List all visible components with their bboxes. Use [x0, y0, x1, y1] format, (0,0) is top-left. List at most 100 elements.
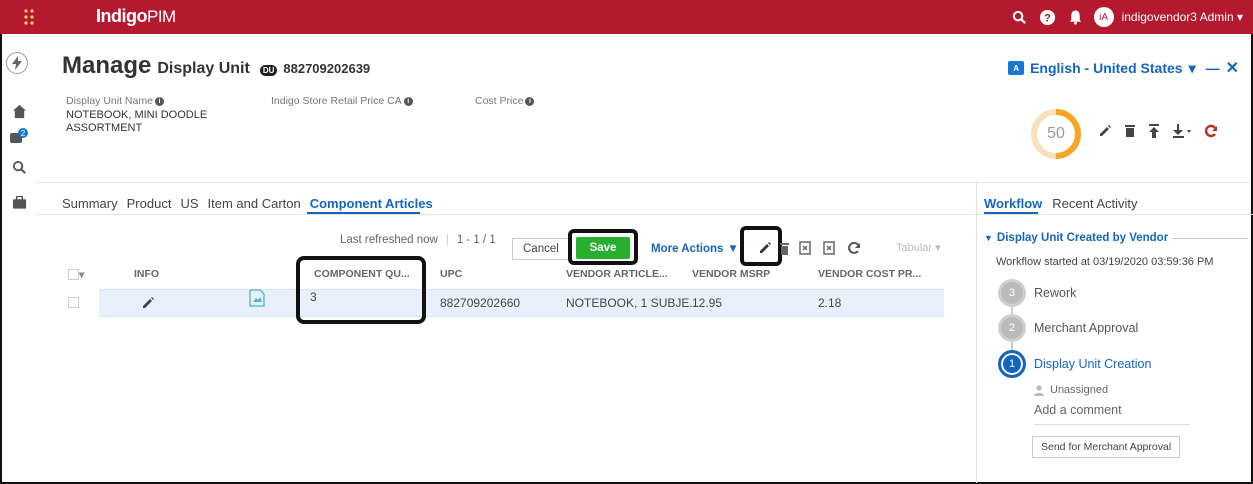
edit-icon[interactable] [1098, 124, 1112, 141]
main-tabs: Summary Product US Item and Carton Compo… [62, 196, 433, 211]
entity-actions [1098, 124, 1218, 141]
assignee[interactable]: Unassigned [1034, 384, 1108, 396]
delete-icon[interactable] [1124, 124, 1136, 141]
save-button[interactable]: Save [576, 237, 630, 259]
tab-recent-activity[interactable]: Recent Activity [1052, 196, 1137, 211]
avatar[interactable]: iA [1093, 7, 1114, 27]
select-menu-icon[interactable]: ▾ [79, 269, 84, 281]
user-name: indigovendor3 Admin [1121, 10, 1234, 24]
left-rail: 2 [2, 34, 36, 482]
briefcase-icon[interactable] [8, 192, 30, 214]
refresh-icon[interactable] [1204, 124, 1218, 141]
entity-type-badge: DU [259, 65, 278, 76]
help-icon[interactable]: ? [1038, 7, 1058, 27]
export-icon[interactable] [799, 241, 813, 258]
column-header[interactable]: VENDOR MSRP [692, 268, 770, 280]
chevron-down-icon: ▾ [1188, 59, 1196, 76]
svg-text:?: ? [1044, 12, 1051, 24]
step-badge-active: 1 [998, 350, 1026, 378]
translate-icon: A [1008, 61, 1025, 75]
download-icon[interactable] [1172, 124, 1192, 141]
import-icon[interactable] [823, 241, 837, 258]
more-actions-label: More Actions [651, 243, 724, 255]
close-icon[interactable]: ✕ [1226, 58, 1239, 78]
top-bar: IndigoPIM ? iA indigovendor3 Admin ▾ [0, 0, 1253, 34]
collapse-icon: ▼ [984, 233, 993, 243]
more-actions-button[interactable]: More Actions ▼ [645, 238, 745, 260]
edit-grid-icon[interactable] [758, 241, 772, 258]
field-cost-price: Cost Price i [475, 95, 535, 109]
upc-cell[interactable]: 882709202660 [440, 296, 520, 310]
app-grid-icon[interactable] [22, 8, 36, 26]
step-label-active[interactable]: Display Unit Creation [1034, 357, 1151, 371]
column-header[interactable]: VENDOR COST PR... [818, 268, 921, 280]
field-label: Indigo Store Retail Price CA [271, 95, 402, 107]
tasks-icon[interactable]: 2 [8, 126, 30, 148]
comment-input[interactable]: Add a comment [1034, 403, 1190, 425]
tab-workflow[interactable]: Workflow [984, 196, 1042, 211]
column-header[interactable]: UPC [440, 268, 462, 280]
entity-code: 882709202639 [283, 61, 371, 76]
row-checkbox[interactable] [68, 297, 79, 308]
vendor-cost-cell[interactable]: 2.18 [818, 296, 841, 310]
delete-row-icon[interactable] [780, 242, 789, 258]
field-retail-price: Indigo Store Retail Price CA i [271, 95, 413, 109]
grid-toolbar: Last refreshed now | 1 - 1 / 1 [340, 234, 496, 246]
bolt-icon[interactable] [6, 52, 28, 74]
minimize-icon[interactable]: — [1206, 60, 1220, 76]
workflow-started: Workflow started at 03/19/2020 03:59:36 … [996, 256, 1214, 268]
panel-divider [976, 183, 977, 483]
language-label: English - United States [1030, 60, 1183, 76]
image-icon[interactable] [249, 289, 265, 310]
step-badge: 2 [998, 314, 1026, 342]
score-value: 50 [1047, 125, 1065, 142]
cancel-button[interactable]: Cancel [512, 238, 570, 260]
brand-suffix: PIM [146, 7, 176, 26]
vendor-article-cell[interactable]: NOTEBOOK, 1 SUBJE... [566, 296, 699, 310]
page-title-entity: Display Unit [157, 60, 250, 77]
brand-logo[interactable]: IndigoPIM [96, 6, 176, 27]
send-for-approval-button[interactable]: Send for Merchant Approval [1032, 436, 1181, 458]
view-selector[interactable]: Tabular ▾ [896, 241, 941, 254]
separator: | [445, 234, 449, 246]
workflow-title: Display Unit Created by Vendor [996, 232, 1169, 244]
step-label[interactable]: Merchant Approval [1034, 321, 1138, 335]
search-nav-icon[interactable] [8, 156, 30, 178]
assignee-label: Unassigned [1050, 384, 1109, 396]
bell-icon[interactable] [1066, 7, 1086, 27]
step-badge: 3 [998, 279, 1026, 307]
step-label[interactable]: Rework [1034, 286, 1076, 300]
field-display-unit-name: Display Unit Name i NOTEBOOK, MINI DOODLE… [66, 95, 216, 135]
brand-name: Indigo [96, 6, 147, 26]
tab-item-and-carton[interactable]: Item and Carton [208, 196, 301, 211]
view-label: Tabular [896, 242, 933, 254]
tab-us[interactable]: US [180, 196, 198, 211]
user-menu[interactable]: indigovendor3 Admin ▾ [1122, 10, 1243, 24]
info-icon[interactable]: i [154, 97, 164, 106]
column-header[interactable]: INFO [134, 268, 159, 280]
vendor-msrp-cell[interactable]: 12.95 [692, 296, 722, 310]
search-icon[interactable] [1010, 7, 1030, 27]
tabs-divider [977, 214, 1253, 215]
select-all-checkbox[interactable] [68, 269, 79, 280]
row-edit-icon[interactable] [141, 296, 155, 313]
info-icon[interactable]: i [525, 97, 535, 106]
workflow-header-rule [1172, 238, 1248, 239]
column-header[interactable]: VENDOR ARTICLE... [566, 268, 668, 280]
component-qty-highlight [296, 256, 426, 324]
info-icon[interactable]: i [403, 97, 413, 106]
header-divider [36, 182, 1250, 183]
pagination-range: 1 - 1 / 1 [456, 234, 496, 246]
workflow-header[interactable]: ▼ Display Unit Created by Vendor [984, 232, 1168, 244]
completeness-score[interactable]: 50 [1030, 108, 1082, 160]
home-icon[interactable] [8, 100, 30, 122]
tab-summary[interactable]: Summary [62, 196, 118, 211]
language-selector[interactable]: A English - United States ▾ — ✕ [1008, 58, 1239, 78]
page-title-manage: Manage [62, 52, 152, 79]
tab-component-articles[interactable]: Component Articles [310, 196, 433, 211]
tab-product[interactable]: Product [127, 196, 172, 211]
field-label: Cost Price [475, 95, 524, 107]
reload-icon[interactable] [847, 241, 861, 258]
user-icon [1034, 384, 1044, 396]
upload-icon[interactable] [1148, 124, 1160, 141]
